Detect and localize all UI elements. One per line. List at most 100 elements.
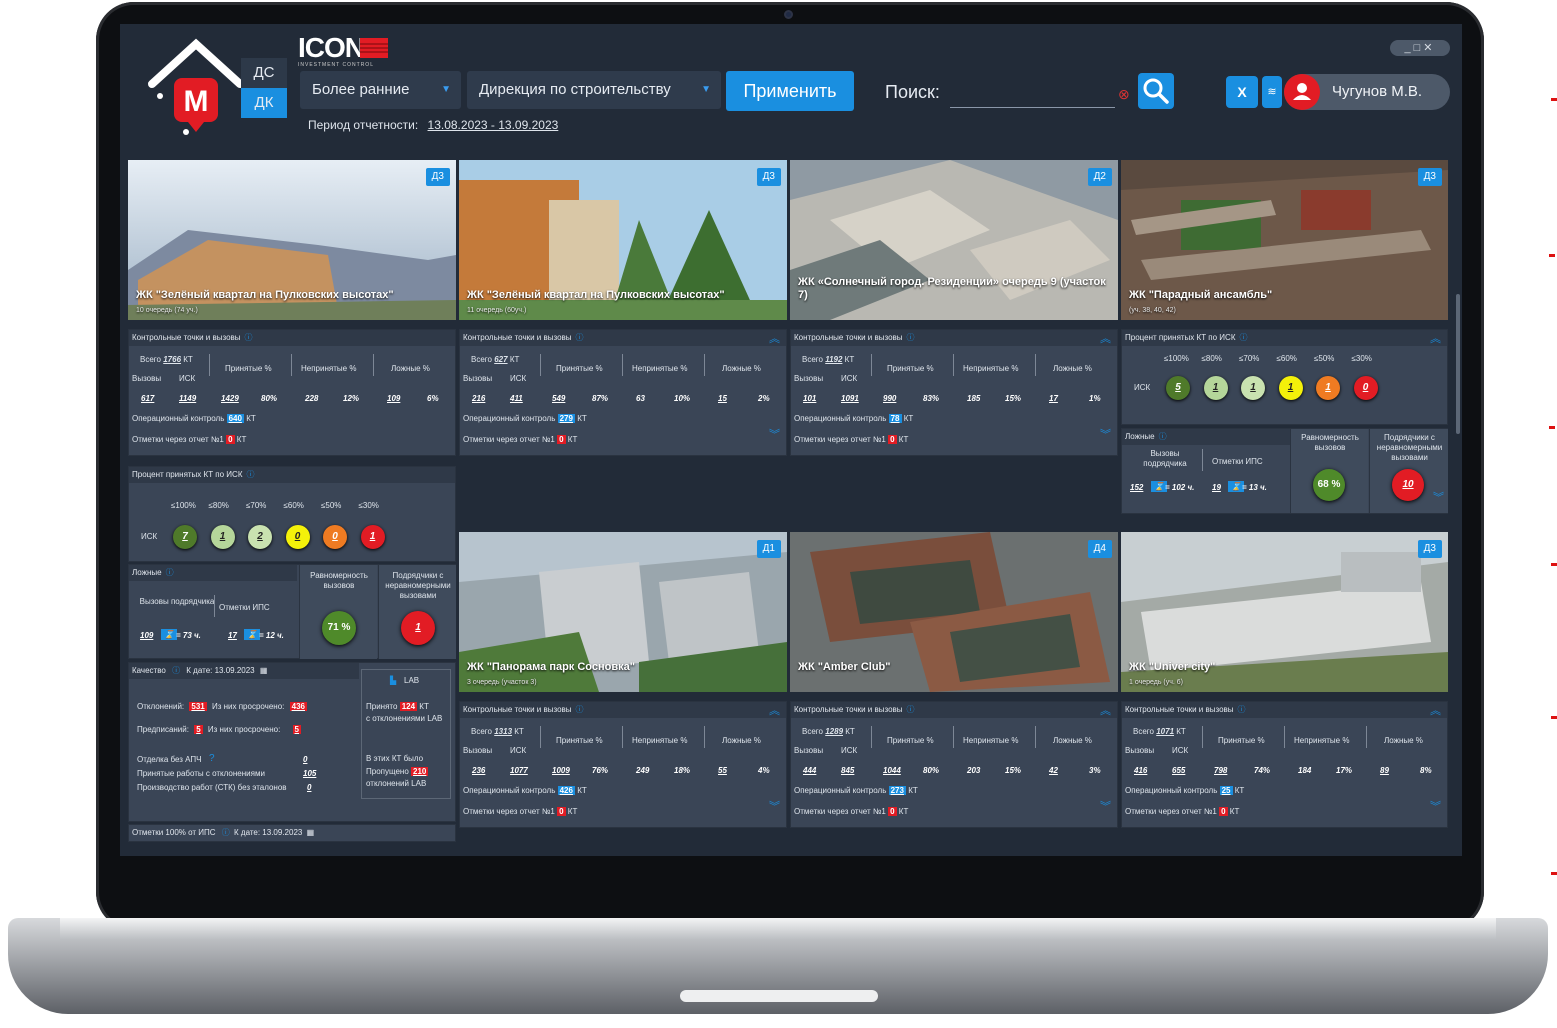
card-image-2[interactable]: Д3 ЖК "Зелёный квартал на Пулковских выс… [459,160,787,320]
false-calls-count[interactable]: 152 [1130,483,1143,492]
op-control-count[interactable]: 279 [557,414,575,423]
isk-circle[interactable]: 0 [285,525,310,549]
calls-count[interactable]: 236 [472,766,485,775]
false-count[interactable]: 55 [718,766,727,775]
report-marks-count[interactable]: 0 [557,807,566,816]
calendar-icon[interactable]: ▦ [260,666,268,675]
total-count[interactable]: 1289 [825,727,843,736]
layers-button[interactable]: ≋ [1262,76,1282,108]
report-marks-count[interactable]: 0 [1219,807,1228,816]
isk-circle[interactable]: 1 [1241,376,1265,400]
total-count[interactable]: 1766 [163,355,181,364]
collapse-up-icon[interactable]: ︽ [769,706,780,717]
info-icon[interactable]: ⓘ [172,666,180,675]
info-icon[interactable]: ⓘ [1159,432,1167,441]
calendar-icon[interactable]: ▦ [307,828,315,837]
help-icon[interactable]: ? [209,753,215,764]
accepted-count[interactable]: 1429 [221,394,239,403]
accepted-count[interactable]: 1044 [883,766,901,775]
expand-down-icon[interactable]: ︾ [769,430,780,441]
expand-down-icon[interactable]: ︾ [1100,802,1111,813]
false-count[interactable]: 15 [718,394,727,403]
op-control-count[interactable]: 78 [888,414,902,423]
report-marks-count[interactable]: 0 [888,435,897,444]
calls-count[interactable]: 444 [803,766,816,775]
isk-circle[interactable]: 0 [1353,376,1378,400]
calls-count[interactable]: 416 [1134,766,1147,775]
uniformity-circle[interactable]: 71 % [322,611,356,645]
op-control-count[interactable]: 426 [557,786,575,795]
card-image-1[interactable]: Д3 ЖК "Зелёный квартал на Пулковских выс… [128,160,456,320]
isk-circle[interactable]: 5 [1166,376,1190,400]
card-image-5[interactable]: Д1 ЖК "Панорама парк Сосновка" 3 очередь… [459,532,787,692]
info-icon[interactable]: ⓘ [166,568,174,577]
card-image-3[interactable]: Д2 ЖК «Солнечный город. Резиденции» очер… [790,160,1118,320]
period-value[interactable]: 13.08.2023 - 13.09.2023 [428,118,559,132]
info-icon[interactable]: ⓘ [247,470,255,479]
isk-circle[interactable]: 1 [360,525,385,549]
isk-count[interactable]: 1077 [510,766,528,775]
expand-down-icon[interactable]: ︾ [1430,802,1441,813]
collapse-up-icon[interactable]: ︽ [1100,334,1111,345]
ds-button[interactable]: ДС [241,58,287,88]
isk-circle[interactable]: 1 [210,525,235,549]
total-count[interactable]: 1313 [494,727,512,736]
calls-count[interactable]: 617 [141,394,154,403]
false-count[interactable]: 109 [387,394,400,403]
report-marks-count[interactable]: 0 [226,435,235,444]
prescriptions-overdue[interactable]: 5 [292,725,301,734]
info-icon[interactable]: ⓘ [245,333,253,342]
collapse-up-icon[interactable]: ︽ [769,334,780,345]
isk-circle[interactable]: 1 [1316,376,1340,400]
dk-button[interactable]: ДК [241,88,287,118]
directorate-select[interactable]: Дирекция по строительству ▼ [467,71,721,109]
isk-count[interactable]: 845 [841,766,854,775]
isk-circle[interactable]: 2 [248,525,272,549]
scrollbar[interactable] [1456,294,1460,434]
collapse-up-icon[interactable]: ︽ [1430,706,1441,717]
false-count[interactable]: 89 [1380,766,1389,775]
info-icon[interactable]: ⓘ [576,333,584,342]
info-icon[interactable]: ⓘ [907,333,915,342]
accepted-count[interactable]: 549 [552,394,565,403]
isk-count[interactable]: 1149 [179,394,196,403]
isk-circle[interactable]: 1 [1203,376,1228,400]
apply-button[interactable]: Применить [726,71,854,111]
total-count[interactable]: 1192 [825,355,842,364]
window-controls[interactable]: _□✕ [1390,40,1450,56]
isk-count[interactable]: 1091 [841,394,859,403]
finishing-count[interactable]: 0 [303,755,307,764]
ips-count[interactable]: 19 [1212,483,1221,492]
production-count[interactable]: 0 [307,783,311,792]
op-control-count[interactable]: 25 [1219,786,1233,795]
false-count[interactable]: 17 [1049,394,1058,403]
accepted-count[interactable]: 990 [883,394,896,403]
collapse-up-icon[interactable]: ︽ [1100,706,1111,717]
uneven-circle[interactable]: 1 [401,611,435,645]
info-icon[interactable]: ⓘ [1238,705,1246,714]
deviations-count[interactable]: 531 [189,702,207,711]
calls-count[interactable]: 216 [472,394,485,403]
isk-count[interactable]: 411 [510,394,523,403]
collapse-up-icon[interactable]: ︽ [1430,334,1441,345]
uniformity-circle[interactable]: 68 % [1313,469,1345,501]
total-count[interactable]: 1071 [1156,727,1174,736]
op-control-count[interactable]: 640 [226,414,244,423]
card-image-6[interactable]: Д4 ЖК "Amber Club" [790,532,1118,692]
clear-icon[interactable]: ⊗ [1118,86,1130,103]
op-control-count[interactable]: 273 [888,786,906,795]
prescriptions-count[interactable]: 5 [194,725,203,734]
report-marks-count[interactable]: 0 [888,807,897,816]
false-calls-count[interactable]: 109 [140,631,153,640]
info-icon[interactable]: ⓘ [907,705,915,714]
calls-count[interactable]: 101 [803,394,816,403]
uneven-circle[interactable]: 10 [1392,469,1424,501]
total-count[interactable]: 627 [494,355,507,364]
ips-count[interactable]: 17 [228,631,237,640]
expand-down-icon[interactable]: ︾ [1433,493,1444,504]
expand-down-icon[interactable]: ︾ [769,802,780,813]
isk-circle[interactable]: 0 [323,525,347,549]
lab-accepted-count[interactable]: 124 [399,702,418,711]
report-marks-count[interactable]: 0 [557,435,566,444]
info-icon[interactable]: ⓘ [1240,333,1248,342]
